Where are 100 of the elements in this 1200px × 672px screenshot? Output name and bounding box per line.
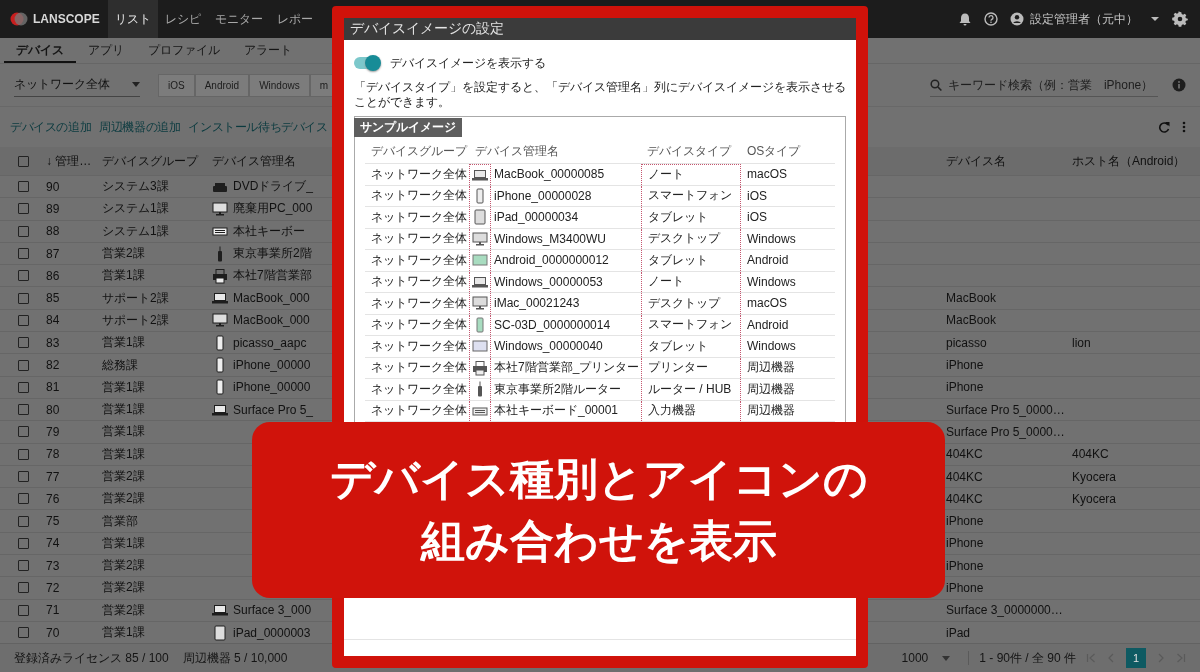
table-cell-text: 営業2課 xyxy=(101,601,146,619)
checkbox[interactable] xyxy=(18,381,29,393)
sub-tab[interactable]: アプリ xyxy=(76,38,136,63)
checkbox[interactable] xyxy=(18,225,29,237)
checkbox[interactable] xyxy=(18,292,29,304)
checkbox[interactable] xyxy=(18,627,29,639)
checkbox[interactable] xyxy=(18,337,29,349)
checkbox[interactable] xyxy=(18,270,29,282)
table-cell-text: 89 xyxy=(45,201,61,216)
table-cell-text: 営業1課 xyxy=(101,334,146,352)
laptop-icon xyxy=(212,290,228,307)
checkbox[interactable] xyxy=(18,203,29,215)
table-cell-text: iPhone xyxy=(945,581,985,595)
action-link[interactable]: デバイスの追加 xyxy=(10,118,92,136)
table-cell-text: 営業1課 xyxy=(101,423,146,441)
checkbox[interactable] xyxy=(18,582,29,594)
table-cell-text: ネットワーク全体 xyxy=(370,187,468,205)
checkbox[interactable] xyxy=(18,604,29,616)
table-cell-text: ネットワーク全体 xyxy=(370,165,468,183)
nav-tab[interactable]: レポー xyxy=(269,0,320,38)
column-header[interactable]: ↓ 管理… xyxy=(38,152,94,170)
page-range: 1 - 90件 / 全 90 件 xyxy=(979,649,1076,667)
nav-tab[interactable]: リスト xyxy=(107,0,158,38)
table-cell: ルーター / HUB xyxy=(641,379,741,400)
checkbox[interactable] xyxy=(18,181,29,193)
sub-tab[interactable]: アラート xyxy=(232,38,304,63)
group-dropdown[interactable]: ネットワーク全体 xyxy=(14,73,140,97)
bell-icon[interactable] xyxy=(958,12,972,26)
column-header: デバイスグループ xyxy=(370,142,469,160)
checkbox[interactable] xyxy=(18,515,29,527)
table-cell-text: Surface Pro 5_0000… xyxy=(945,424,1064,439)
table-cell-text: iOS xyxy=(746,187,768,205)
table-cell-text: Android_0000000012 xyxy=(493,252,610,270)
table-cell-text: 営業1課 xyxy=(101,534,146,552)
nav-tab[interactable]: モニター xyxy=(207,0,270,38)
action-link[interactable]: 周辺機器の追加 xyxy=(99,118,181,136)
checkbox[interactable] xyxy=(18,537,29,549)
page-button[interactable]: 1 xyxy=(1126,648,1146,668)
help-icon[interactable] xyxy=(984,12,998,26)
user-name[interactable]: 設定管理者（元中） xyxy=(1030,10,1138,28)
table-cell-text: 東京事業所2階ルーター xyxy=(493,380,622,398)
table-cell: スマートフォン xyxy=(641,314,741,335)
logo-icon xyxy=(10,12,28,26)
table-cell-text: ネットワーク全体 xyxy=(370,230,468,248)
toggle-switch[interactable] xyxy=(354,57,380,69)
table-cell-text: 76 xyxy=(45,491,61,506)
column-header[interactable]: デバイスグループ xyxy=(94,152,204,170)
checkbox[interactable] xyxy=(18,448,29,460)
action-link[interactable]: インストール待ちデバイス xyxy=(188,118,328,136)
settings-icon[interactable] xyxy=(1172,11,1188,27)
table-cell-text: 82 xyxy=(45,358,61,372)
caption-text: 組み合わせを表示 xyxy=(420,515,777,567)
table-cell-text: ネットワーク全体 xyxy=(370,294,468,312)
refresh-icon[interactable] xyxy=(1158,121,1170,133)
column-header[interactable]: デバイス名 xyxy=(938,152,1064,170)
checkbox[interactable] xyxy=(18,493,29,505)
table-cell-text: 営業1課 xyxy=(101,624,146,642)
more-icon[interactable] xyxy=(1182,121,1186,133)
table-cell-text: iPhone_00000028 xyxy=(493,187,593,205)
logo-text: LANSCOPE xyxy=(33,12,100,26)
column-header[interactable]: ホスト名（Android） xyxy=(1064,152,1200,170)
info-icon[interactable] xyxy=(1172,78,1186,92)
nav-tab[interactable]: レシピ xyxy=(157,0,208,38)
column-header[interactable]: デバイス管理名 xyxy=(204,152,344,170)
table-cell-text: macOS xyxy=(746,295,788,313)
caret-icon xyxy=(132,82,140,87)
user-icon[interactable] xyxy=(1010,12,1024,26)
table-cell-text: 営業2課 xyxy=(101,579,146,597)
table-cell-text: ネットワーク全体 xyxy=(370,251,468,269)
search-field[interactable]: キーワード検索（例：営業 iPhone） xyxy=(930,73,1158,97)
table-cell-text: 74 xyxy=(45,536,61,551)
checkbox[interactable] xyxy=(18,359,29,371)
table-cell-text: lion xyxy=(1071,335,1092,350)
table-cell-text: SC-03D_0000000014 xyxy=(493,316,612,334)
table-cell-text: Windows xyxy=(746,273,797,291)
table-cell: ノート xyxy=(641,271,741,292)
printer-icon xyxy=(472,359,488,376)
sub-tab[interactable]: デバイス xyxy=(4,38,76,63)
platform-filter[interactable]: iOS xyxy=(158,73,195,97)
checkbox[interactable] xyxy=(18,248,29,260)
table-cell: ノート xyxy=(641,164,741,185)
page-size-dropdown[interactable]: 1000 xyxy=(901,651,970,665)
caption-text: デバイス種別とアイコンの xyxy=(329,453,868,505)
table-cell: 廃棄用PC_000 xyxy=(233,200,313,218)
checkbox[interactable] xyxy=(18,404,29,416)
table-cell-text: 72 xyxy=(45,581,61,595)
tablet-icon xyxy=(472,209,488,226)
checkbox[interactable] xyxy=(18,560,29,572)
checkbox[interactable] xyxy=(18,426,29,438)
caret-icon[interactable] xyxy=(1150,16,1160,22)
laptop-icon xyxy=(212,602,228,619)
checkbox[interactable] xyxy=(18,314,29,326)
checkbox[interactable] xyxy=(18,471,29,482)
table-cell: デスクトップ xyxy=(641,228,741,249)
table-cell-text: 周辺機器 xyxy=(746,359,796,377)
table-cell-text: iMac_00021243 xyxy=(493,295,581,313)
sub-tab[interactable]: プロファイル xyxy=(136,38,232,63)
platform-filter[interactable]: Android xyxy=(194,73,250,97)
checkbox[interactable] xyxy=(18,155,29,167)
platform-filter[interactable]: Windows xyxy=(249,73,310,97)
